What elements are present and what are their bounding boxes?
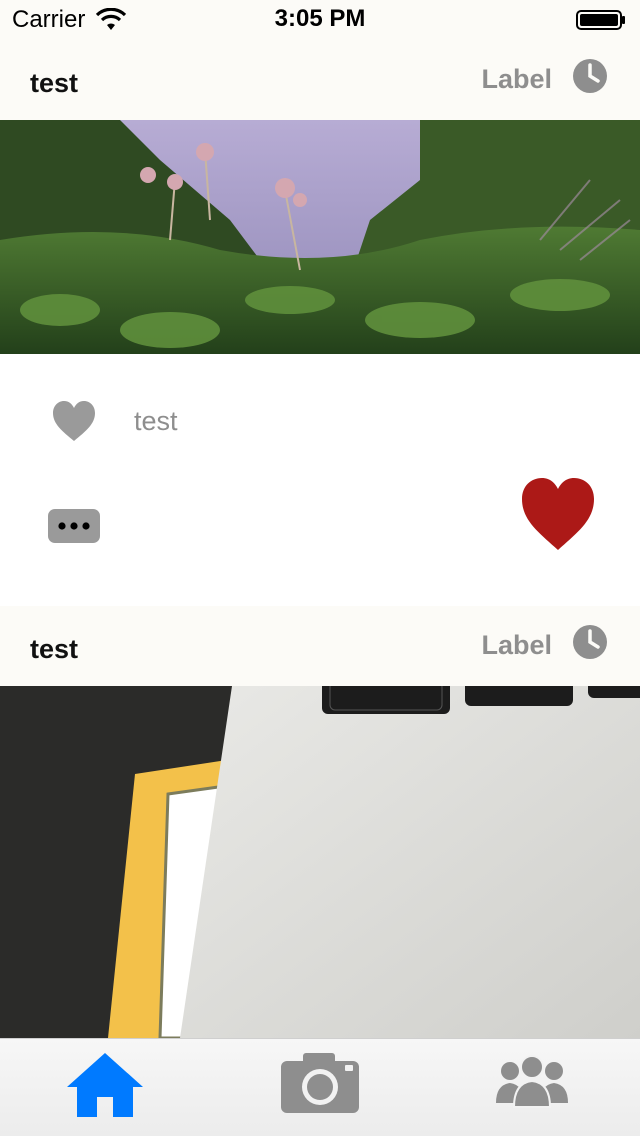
friends-icon (496, 1055, 568, 1108)
like-count-heart-icon (53, 401, 95, 441)
post-header: test Label (0, 40, 640, 120)
more-options-button[interactable] (48, 509, 100, 543)
post-username[interactable]: test (30, 68, 78, 99)
tab-bar (0, 1038, 640, 1136)
post-header: test Label (0, 606, 640, 686)
post-username[interactable]: test (30, 634, 78, 665)
camera-icon (281, 1053, 359, 1113)
battery-icon (576, 10, 625, 30)
status-bar: Carrier 3:05 PM (0, 0, 640, 40)
ellipsis-icon (58, 522, 90, 530)
tab-friends[interactable] (487, 1049, 577, 1129)
post-photo[interactable] (0, 686, 640, 1038)
post-time-label: Label (481, 630, 552, 660)
like-button-heart-icon[interactable] (520, 476, 596, 552)
clock-icon (573, 59, 607, 93)
home-icon (67, 1053, 143, 1117)
tab-home[interactable] (60, 1049, 150, 1129)
clock-icon (573, 625, 607, 659)
laptop-photo-image (0, 686, 640, 1038)
likes-text[interactable]: test (134, 406, 178, 437)
landscape-photo-image (0, 120, 640, 354)
post-photo[interactable] (0, 120, 640, 354)
status-time: 3:05 PM (274, 5, 366, 32)
tab-camera[interactable] (275, 1049, 365, 1129)
post-time-label: Label (481, 64, 552, 94)
